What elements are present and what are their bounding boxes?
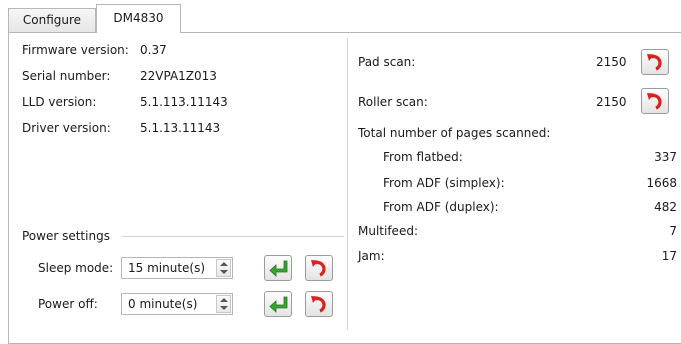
tab-configure[interactable]: Configure — [8, 8, 96, 32]
adf-simplex-label: From ADF (simplex): — [383, 176, 505, 190]
flatbed-label: From flatbed: — [383, 150, 463, 164]
serial-label: Serial number: — [22, 69, 111, 83]
reset-undo-icon — [647, 54, 662, 71]
reset-undo-icon — [311, 260, 326, 277]
reset-undo-icon — [647, 93, 662, 110]
spin-down-icon[interactable] — [220, 270, 228, 274]
adf-duplex-label: From ADF (duplex): — [383, 200, 499, 214]
driver-value: 5.1.13.11143 — [140, 121, 221, 135]
power-off-label: Power off: — [38, 297, 98, 311]
tab-strip: Configure DM4830 — [0, 0, 681, 33]
sleep-mode-spin-arrows[interactable] — [216, 259, 231, 277]
adf-simplex-value: 1668 — [646, 176, 677, 190]
serial-value: 22VPA1Z013 — [140, 69, 217, 83]
pad-scan-reset-button[interactable] — [641, 49, 669, 75]
power-off-reset-button[interactable] — [305, 291, 333, 317]
roller-scan-value: 2150 — [596, 95, 627, 109]
jam-value: 17 — [661, 249, 677, 263]
firmware-label: Firmware version: — [22, 43, 129, 57]
firmware-value: 0.37 — [140, 43, 167, 57]
flatbed-value: 337 — [654, 150, 677, 164]
lld-label: LLD version: — [22, 95, 97, 109]
power-settings-divider — [122, 236, 344, 237]
sleep-reset-button[interactable] — [305, 255, 333, 281]
spin-up-icon[interactable] — [220, 298, 228, 302]
jam-label: Jam: — [358, 249, 385, 263]
tab-dm4830[interactable]: DM4830 — [96, 4, 181, 33]
multifeed-value: 7 — [669, 224, 677, 238]
roller-scan-reset-button[interactable] — [641, 88, 669, 114]
apply-enter-icon — [269, 296, 288, 313]
lld-value: 5.1.113.11143 — [140, 95, 228, 109]
spin-up-icon[interactable] — [220, 262, 228, 266]
sleep-mode-value[interactable]: 15 minute(s) — [128, 261, 205, 275]
driver-label: Driver version: — [22, 121, 111, 135]
roller-scan-label: Roller scan: — [358, 95, 428, 109]
power-off-apply-button[interactable] — [264, 291, 292, 317]
apply-enter-icon — [269, 260, 288, 277]
power-settings-heading: Power settings — [22, 229, 110, 243]
multifeed-label: Multifeed: — [358, 224, 418, 238]
sleep-mode-label: Sleep mode: — [38, 261, 114, 275]
pad-scan-label: Pad scan: — [358, 55, 416, 69]
power-off-spin-arrows[interactable] — [216, 295, 231, 313]
sleep-mode-spinner[interactable]: 15 minute(s) — [121, 257, 233, 279]
adf-duplex-value: 482 — [654, 200, 677, 214]
reset-undo-icon — [311, 296, 326, 313]
vertical-divider — [347, 38, 348, 330]
power-off-value[interactable]: 0 minute(s) — [128, 297, 197, 311]
sleep-apply-button[interactable] — [264, 255, 292, 281]
total-pages-label: Total number of pages scanned: — [358, 126, 551, 140]
pad-scan-value: 2150 — [596, 55, 627, 69]
spin-down-icon[interactable] — [220, 306, 228, 310]
power-off-spinner[interactable]: 0 minute(s) — [121, 293, 233, 315]
